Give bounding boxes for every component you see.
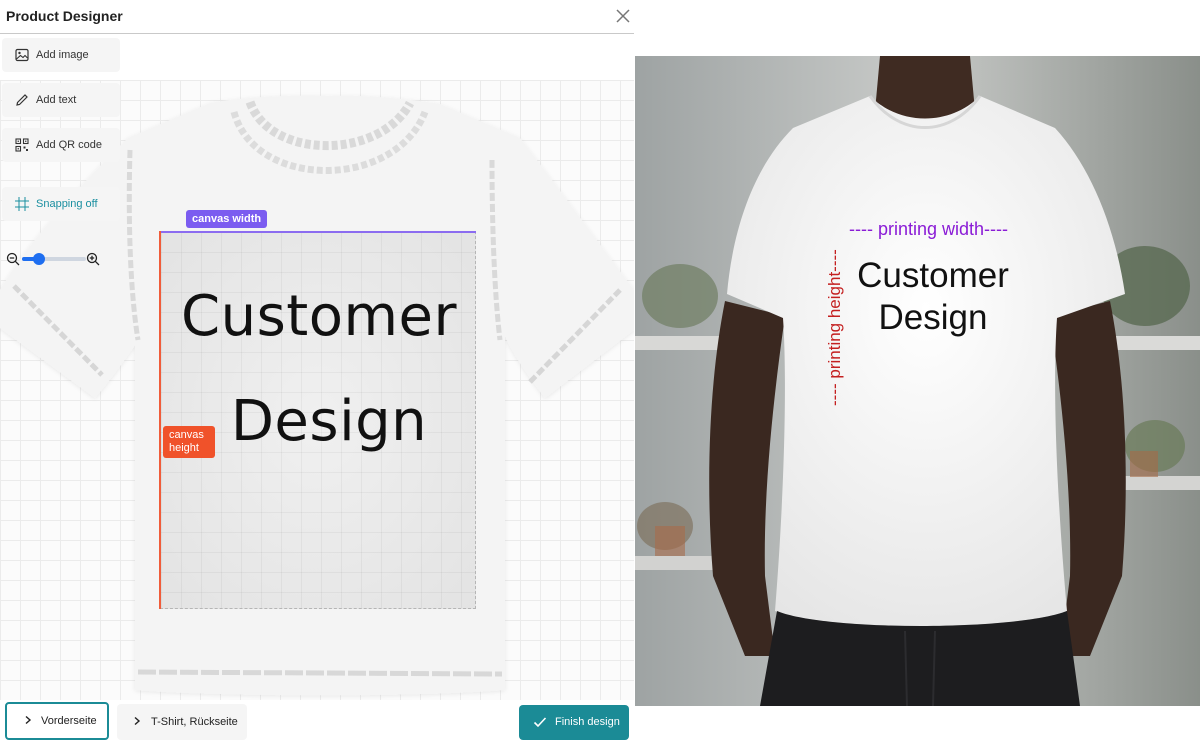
close-icon[interactable] xyxy=(613,6,633,26)
add-image-button[interactable]: Add image xyxy=(2,38,120,72)
snapping-label: Snapping off xyxy=(36,198,98,210)
zoom-slider-thumb[interactable] xyxy=(33,253,46,265)
canvas-width-indicator xyxy=(160,231,476,233)
front-side-label: Vorderseite xyxy=(41,715,97,727)
back-side-label: T-Shirt, Rückseite xyxy=(151,716,238,728)
header-bar: Product Designer xyxy=(0,0,634,34)
zoom-control xyxy=(4,250,102,268)
checkmark-icon xyxy=(533,717,547,728)
image-icon xyxy=(15,48,29,62)
qr-code-icon xyxy=(15,138,29,152)
photo-design-line1: Customer xyxy=(857,256,1009,295)
finish-design-label: Finish design xyxy=(555,716,620,728)
zoom-out-icon[interactable] xyxy=(6,252,20,266)
chevron-right-icon xyxy=(134,716,141,726)
canvas-width-label: canvas width xyxy=(186,210,268,228)
front-side-button[interactable]: Vorderseite xyxy=(5,702,109,740)
zoom-slider[interactable] xyxy=(22,253,86,265)
canvas-height-indicator xyxy=(159,231,161,609)
canvas-height-label-text: canvas height xyxy=(169,429,204,454)
tshirt-photo: ---- printing width---- ---- printing he… xyxy=(635,56,1200,706)
product-designer-panel: Customer Design canvas width canvas heig… xyxy=(0,0,634,748)
finish-design-button[interactable]: Finish design xyxy=(519,705,629,740)
chevron-right-icon xyxy=(25,715,32,725)
screenshot-root: Customer Design canvas width canvas heig… xyxy=(0,0,1200,748)
printing-width-annotation: ---- printing width---- xyxy=(849,219,1009,239)
add-qr-code-button[interactable]: Add QR code xyxy=(2,128,120,162)
zoom-in-icon[interactable] xyxy=(86,252,100,266)
back-side-button[interactable]: T-Shirt, Rückseite xyxy=(117,704,247,740)
add-text-button[interactable]: Add text xyxy=(2,83,120,117)
design-text-line2[interactable]: Design xyxy=(171,389,487,454)
printing-height-annotation: ---- printing height---- xyxy=(825,249,844,406)
design-text-line1[interactable]: Customer xyxy=(161,284,477,349)
snapping-toggle[interactable]: Snapping off xyxy=(2,187,120,221)
canvas-height-label: canvas height xyxy=(163,426,215,458)
grid-icon xyxy=(15,197,29,211)
print-canvas[interactable]: Customer Design xyxy=(160,231,476,609)
add-image-label: Add image xyxy=(36,49,89,61)
page-title: Product Designer xyxy=(6,8,123,24)
pencil-icon xyxy=(16,94,28,106)
photo-design-line2: Design xyxy=(878,298,988,337)
tshirt-photo-illustration xyxy=(635,56,1200,706)
add-text-label: Add text xyxy=(36,94,77,106)
add-qr-code-label: Add QR code xyxy=(36,139,103,151)
